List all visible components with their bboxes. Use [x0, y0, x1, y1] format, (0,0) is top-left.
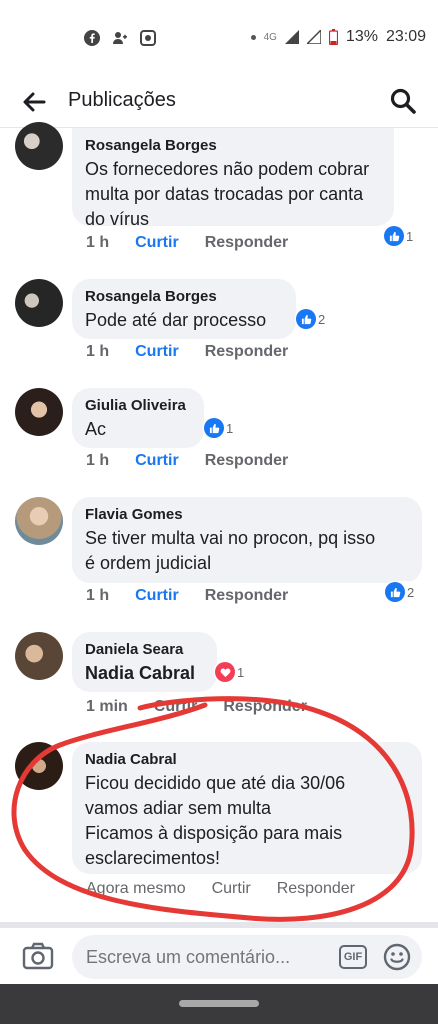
avatar[interactable]	[15, 279, 63, 327]
comment-line: esclarecimentos!	[85, 848, 221, 868]
camera-icon[interactable]	[22, 942, 54, 970]
reaction-summary[interactable]: 1	[383, 225, 417, 247]
comment-bubble[interactable]: Rosangela Borges Pode até dar processo	[72, 279, 296, 339]
back-arrow-icon[interactable]	[20, 88, 48, 116]
comment-time: 1 h	[86, 234, 110, 251]
like-reaction-icon	[296, 309, 316, 329]
love-reaction-icon	[215, 662, 235, 682]
comment-author[interactable]: Rosangela Borges	[85, 137, 380, 155]
tagged-user[interactable]: Nadia Cabral	[85, 663, 195, 683]
comment-bubble[interactable]: Flavia Gomes Se tiver multa vai no proco…	[72, 497, 422, 583]
network-type: 4G	[263, 31, 277, 43]
comment-author[interactable]: Daniela Seara	[85, 641, 203, 659]
gif-icon[interactable]: GIF	[339, 945, 367, 969]
signal-icon-2	[306, 30, 321, 44]
like-reaction-icon	[384, 226, 404, 246]
like-button[interactable]: Curtir	[135, 452, 179, 470]
comment-actions: 1 h Curtir Responder	[86, 343, 314, 361]
avatar[interactable]	[15, 632, 63, 680]
reaction-count: 1	[237, 664, 245, 680]
comment-actions: 1 h Curtir Responder	[86, 452, 314, 470]
comment-time: 1 h	[86, 452, 110, 469]
like-reaction-icon	[385, 582, 405, 602]
comment-author[interactable]: Flavia Gomes	[85, 506, 408, 524]
like-button[interactable]: Curtir	[135, 234, 179, 252]
comment-text: Pode até dar processo	[85, 308, 282, 333]
comment-text: Se tiver multa vai no procon, pq isso é …	[85, 526, 408, 576]
person-notification-icon	[113, 32, 127, 44]
comment-bubble[interactable]: Rosangela Borges Os fornecedores não pod…	[72, 128, 394, 229]
comment-text: Ac	[85, 417, 190, 442]
comment-line: vamos adiar sem multa	[85, 798, 272, 818]
reply-button[interactable]: Responder	[223, 698, 307, 716]
like-button[interactable]: Curtir	[154, 698, 198, 716]
comment-input[interactable]	[72, 935, 422, 979]
comment-text: Ficou decidido que até dia 30/06 vamos a…	[85, 771, 408, 871]
reaction-count: 1	[406, 228, 414, 244]
comment-bubble[interactable]: Nadia Cabral Ficou decidido que até dia …	[72, 742, 422, 874]
system-status: 4G 13% 23:09	[250, 28, 426, 46]
avatar[interactable]	[15, 122, 63, 170]
reaction-summary[interactable]: 2	[295, 308, 329, 330]
reply-button[interactable]: Responder	[205, 452, 289, 470]
battery-level: 13%	[345, 28, 378, 45]
comment-bubble[interactable]: Daniela Seara Nadia Cabral	[72, 632, 217, 692]
comment-line: Ficamos à disposição para mais	[85, 823, 343, 843]
comment-bubble[interactable]: Giulia Oliveira Ac	[72, 388, 204, 448]
reply-button[interactable]: Responder	[205, 587, 289, 605]
reaction-summary[interactable]: 2	[384, 581, 418, 603]
comment-author[interactable]: Giulia Oliveira	[85, 397, 190, 415]
comment-time: 1 min	[86, 698, 128, 715]
like-button[interactable]: Curtir	[135, 587, 179, 605]
reaction-summary[interactable]: 1	[214, 661, 248, 683]
comment-line: Ficou decidido que até dia 30/06	[85, 773, 346, 793]
comment-author[interactable]: Rosangela Borges	[85, 288, 282, 306]
like-button[interactable]: Curtir	[135, 343, 179, 361]
like-reaction-icon	[204, 418, 224, 438]
system-nav-bar	[0, 984, 438, 1024]
avatar[interactable]	[15, 388, 63, 436]
emoji-icon[interactable]	[383, 943, 411, 971]
comment-line: do vírus	[85, 209, 150, 229]
reaction-count: 2	[318, 311, 326, 327]
comment-line: é ordem judicial	[85, 553, 212, 573]
dot-icon	[250, 34, 256, 40]
facebook-notification-icon	[84, 30, 100, 46]
comment-line: multa por datas trocadas por canta	[85, 184, 364, 204]
app-notification-icon	[140, 30, 156, 46]
clock: 23:09	[385, 28, 426, 45]
reaction-count: 2	[407, 584, 415, 600]
status-bar: 4G 13% 23:09	[0, 0, 438, 76]
reply-button[interactable]: Responder	[277, 880, 355, 898]
comment-line: Os fornecedores não podem cobrar	[85, 159, 370, 179]
signal-icon	[284, 30, 299, 44]
comment-actions: 1 min Curtir Responder	[86, 698, 333, 716]
comment-time: 1 h	[86, 587, 110, 604]
search-icon[interactable]	[388, 86, 418, 116]
notification-icons	[84, 30, 156, 46]
comment-line: Pode até dar processo	[85, 310, 267, 330]
reaction-summary[interactable]: 1	[203, 417, 237, 439]
comment-time: 1 h	[86, 343, 110, 360]
avatar[interactable]	[15, 497, 63, 545]
comment-time: Agora mesmo	[86, 880, 186, 897]
battery-icon	[328, 29, 338, 45]
comment-line: Ac	[85, 419, 107, 439]
like-button[interactable]: Curtir	[212, 880, 251, 898]
app-header: Publicações	[0, 76, 438, 128]
avatar[interactable]	[15, 742, 63, 790]
home-gesture-handle[interactable]	[179, 1000, 259, 1007]
comment-actions: Agora mesmo Curtir Responder	[86, 880, 381, 898]
comment-line: Se tiver multa vai no procon, pq isso	[85, 528, 376, 548]
comment-actions: 1 h Curtir Responder	[86, 587, 314, 605]
comment-actions: 1 h Curtir Responder	[86, 234, 314, 252]
reply-button[interactable]: Responder	[205, 234, 289, 252]
comment-composer: GIF	[0, 922, 438, 984]
comment-text: Os fornecedores não podem cobrar multa p…	[85, 157, 380, 232]
comment-text: Nadia Cabral	[85, 661, 203, 686]
reaction-count: 1	[226, 420, 234, 436]
comment-author[interactable]: Nadia Cabral	[85, 751, 408, 769]
reply-button[interactable]: Responder	[205, 343, 289, 361]
page-title: Publicações	[68, 89, 176, 111]
